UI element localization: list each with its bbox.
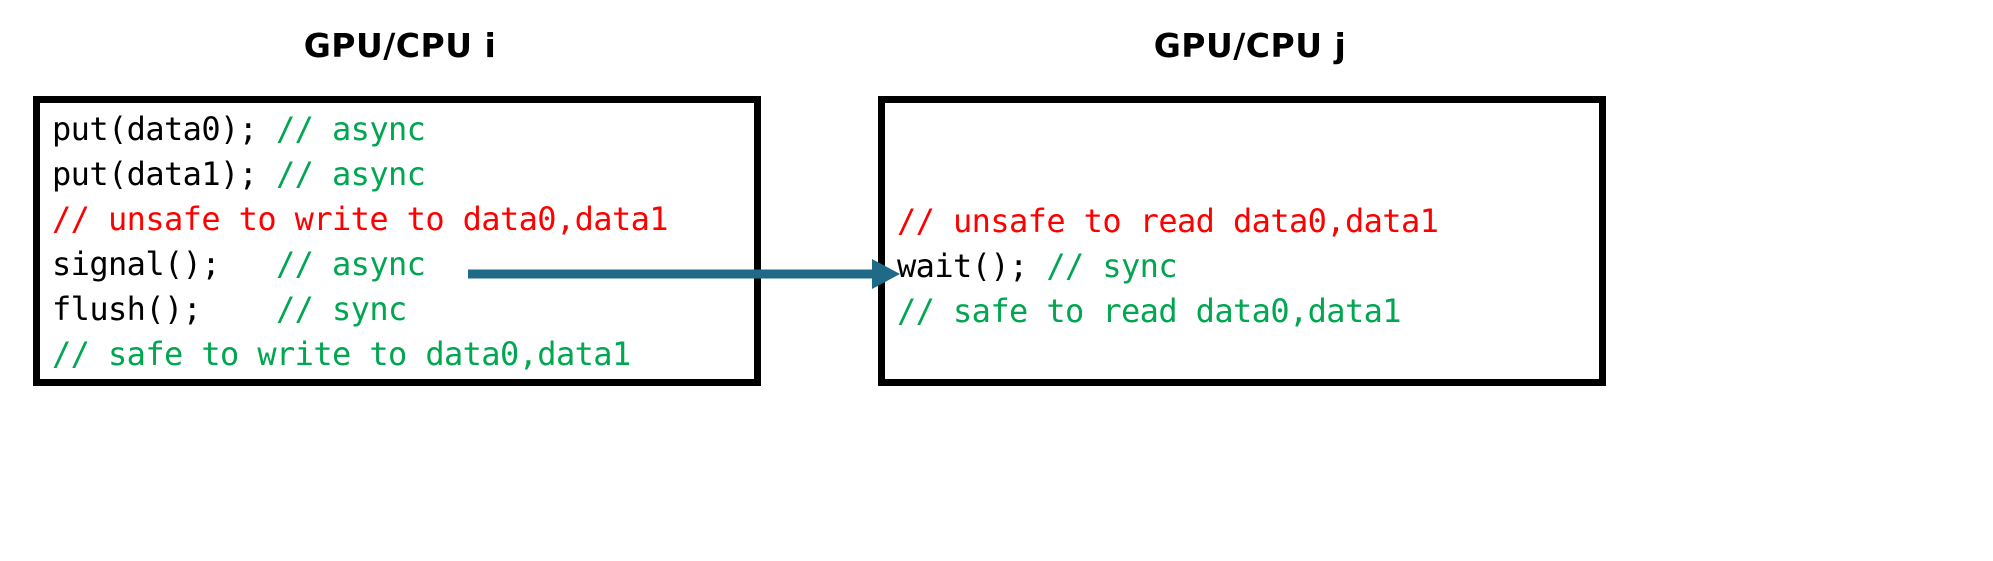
unsafe-comment-text: // unsafe to read data0,data1 bbox=[897, 202, 1439, 240]
unsafe-comment-text: // unsafe to write to data0,data1 bbox=[52, 200, 669, 238]
code-text: signal(); bbox=[52, 245, 276, 283]
safe-comment-text: // safe to write to data0,data1 bbox=[52, 335, 631, 373]
code-text: flush(); bbox=[52, 290, 276, 328]
code-text: put(data0); bbox=[52, 110, 276, 148]
code-block-j: // unsafe to read data0,data1 wait(); //… bbox=[878, 96, 1606, 386]
code-line: // unsafe to read data0,data1 bbox=[897, 199, 1617, 244]
comment-text: // async bbox=[276, 110, 426, 148]
code-block-i: put(data0); // async put(data1); // asyn… bbox=[33, 96, 761, 386]
comment-text: // async bbox=[276, 245, 426, 283]
code-line: wait(); // sync bbox=[897, 244, 1617, 289]
code-line: put(data1); // async bbox=[52, 152, 772, 197]
code-line: signal(); // async bbox=[52, 242, 772, 287]
comment-text: // sync bbox=[276, 290, 407, 328]
code-lines-j: // unsafe to read data0,data1 wait(); //… bbox=[897, 199, 1617, 334]
code-text: wait(); bbox=[897, 247, 1047, 285]
code-line: // unsafe to write to data0,data1 bbox=[52, 197, 772, 242]
code-lines-i: put(data0); // async put(data1); // asyn… bbox=[52, 107, 772, 377]
comment-text: // sync bbox=[1046, 247, 1177, 285]
column-title-gpu-cpu-i: GPU/CPU i bbox=[303, 26, 497, 65]
code-line: put(data0); // async bbox=[52, 107, 772, 152]
diagram-canvas: GPU/CPU i GPU/CPU j put(data0); // async… bbox=[0, 0, 1993, 561]
code-line: // safe to write to data0,data1 bbox=[52, 332, 772, 377]
code-line: flush(); // sync bbox=[52, 287, 772, 332]
column-title-gpu-cpu-j: GPU/CPU j bbox=[1153, 26, 1347, 65]
safe-comment-text: // safe to read data0,data1 bbox=[897, 292, 1402, 330]
comment-text: // async bbox=[276, 155, 426, 193]
code-text: put(data1); bbox=[52, 155, 276, 193]
code-line: // safe to read data0,data1 bbox=[897, 289, 1617, 334]
